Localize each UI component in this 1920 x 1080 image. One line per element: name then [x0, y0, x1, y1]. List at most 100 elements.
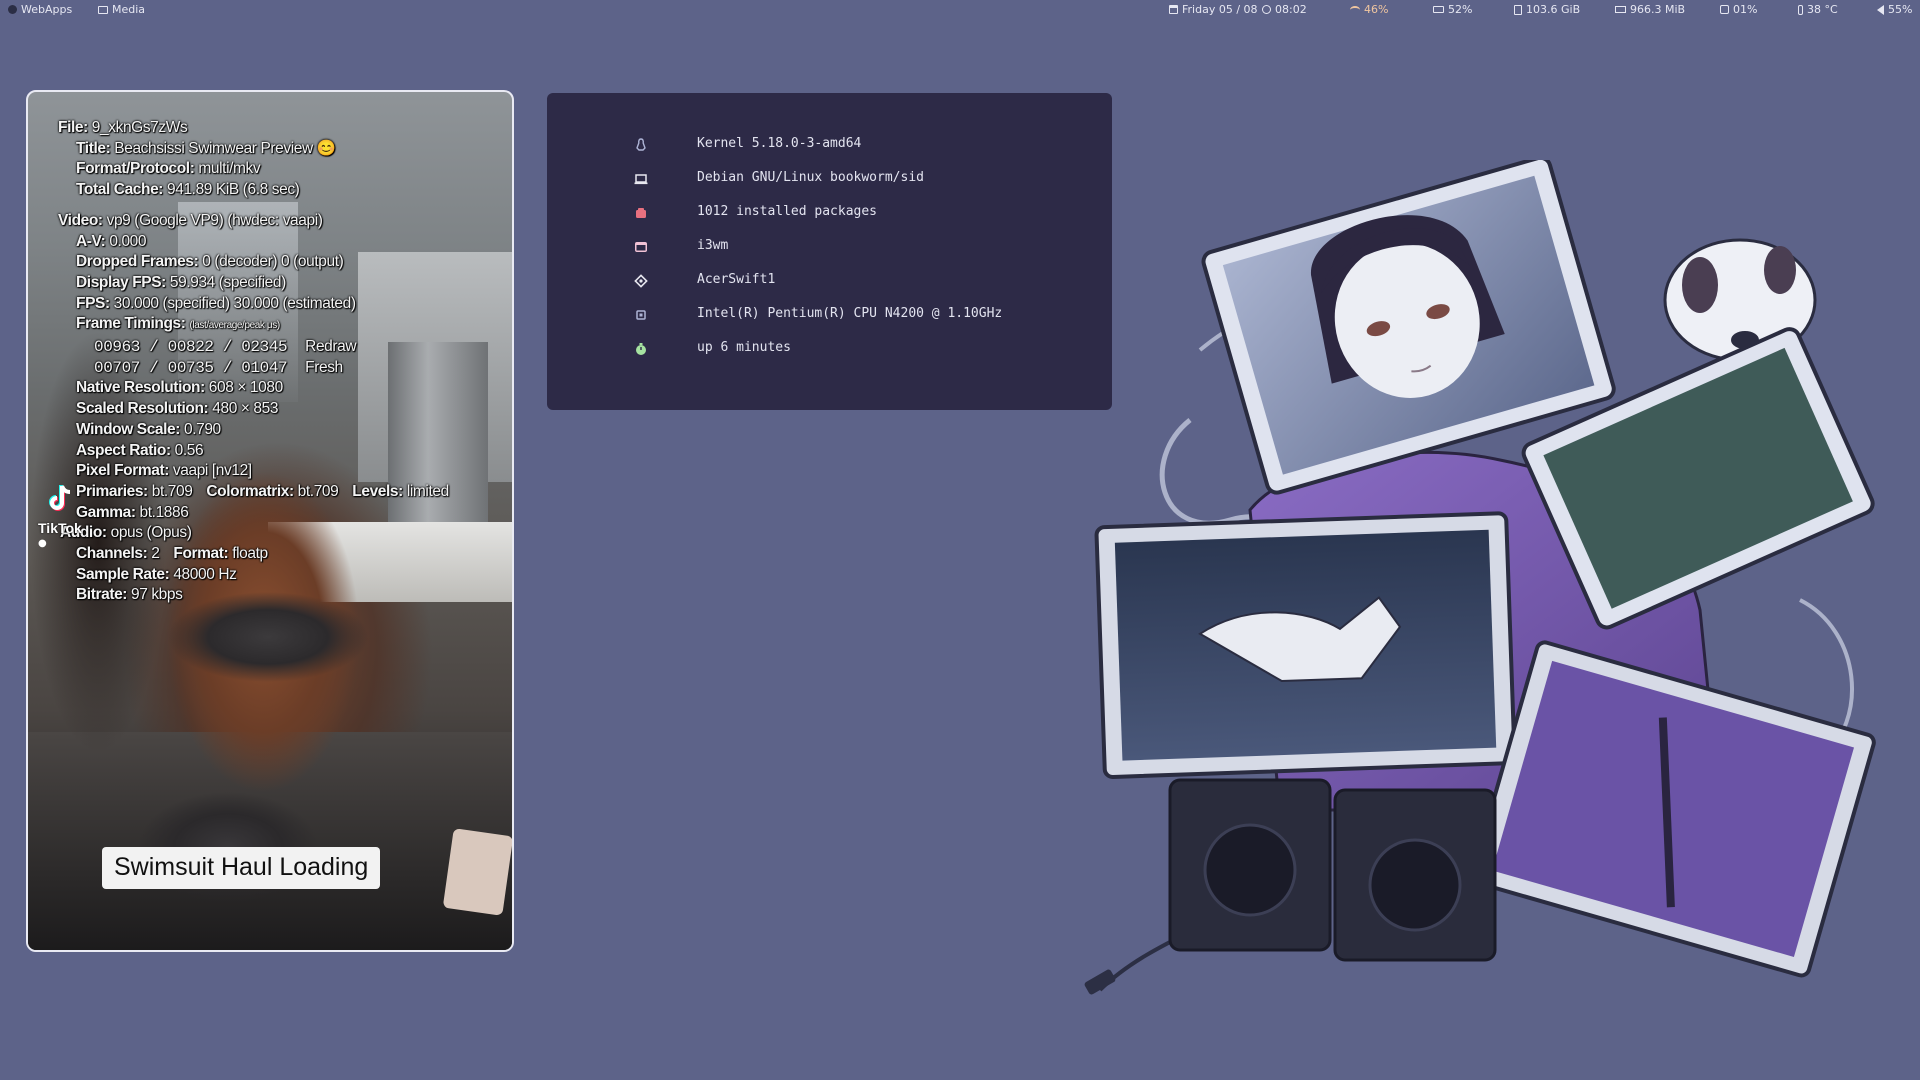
- osd-label: Pixel Format:: [76, 462, 169, 480]
- osd-value: 0.000: [109, 232, 147, 250]
- system-info-panel: Kernel 5.18.0-3-amd64 Debian GNU/Linux b…: [547, 93, 1112, 410]
- sysinfo-text: Debian GNU/Linux bookworm/sid: [697, 170, 924, 185]
- osd-dropped: Dropped Frames: 0 (decoder) 0 (output): [58, 252, 498, 273]
- sysinfo-text: i3wm: [697, 238, 729, 253]
- osd-value: 9_xknGs7zWs: [91, 119, 188, 136]
- wifi-text: 46%: [1364, 3, 1389, 16]
- osd-timing-fresh: 00707 / 00735 / 01047 Fresh: [58, 358, 498, 379]
- sysinfo-row-wm: i3wm: [547, 237, 1112, 257]
- app-icon: [8, 5, 17, 14]
- package-icon: [636, 208, 646, 218]
- osd-note: (last/average/peak μs): [189, 320, 280, 332]
- osd-color: Primaries: bt.709 Colormatrix: bt.709 Le…: [58, 482, 498, 503]
- wifi-icon: [1350, 5, 1360, 14]
- osd-label: Format/Protocol:: [76, 160, 195, 178]
- sysinfo-text: up 6 minutes: [697, 340, 791, 355]
- sysinfo-row-host: AcerSwift1: [547, 271, 1112, 291]
- temp-block[interactable]: 38 °C: [1798, 3, 1838, 16]
- osd-value: vp9 (Google VP9) (hwdec: vaapi): [106, 211, 323, 229]
- disk-block[interactable]: 103.6 GiB: [1514, 3, 1580, 16]
- sysinfo-text: Intel(R) Pentium(R) CPU N4200 @ 1.10GHz: [697, 306, 1003, 321]
- sysinfo-text: AcerSwift1: [697, 272, 776, 287]
- thermometer-icon: [1798, 4, 1803, 15]
- osd-label: Video:: [58, 211, 103, 229]
- volume-icon: [1877, 4, 1884, 15]
- osd-file: File: 9_xknGs7zWs: [58, 118, 498, 139]
- osd-value: 00707 / 00735 / 01047: [94, 358, 288, 377]
- volume-block[interactable]: 55%: [1877, 3, 1912, 16]
- linux-icon: [636, 138, 646, 151]
- osd-bitrate: Bitrate: 97 kbps: [58, 585, 498, 606]
- date-block[interactable]: Friday 05 / 08: [1169, 3, 1258, 16]
- osd-label: Aspect Ratio:: [76, 441, 171, 459]
- sysinfo-row-packages: 1012 installed packages: [547, 203, 1112, 223]
- tiktok-logo-icon: [49, 485, 71, 511]
- osd-label: Colormatrix:: [206, 482, 294, 500]
- memory-block[interactable]: 966.3 MiB: [1615, 3, 1685, 16]
- osd-label: Levels:: [352, 482, 403, 500]
- osd-cache: Total Cache: 941.89 KiB (6.8 sec): [58, 180, 498, 201]
- osd-label: Scaled Resolution:: [76, 400, 209, 418]
- memory-text: 966.3 MiB: [1630, 3, 1686, 16]
- wallpaper-illustration: [1084, 160, 1876, 995]
- workspace-media[interactable]: Media: [98, 3, 145, 16]
- disk-text: 103.6 GiB: [1526, 3, 1581, 16]
- sysinfo-row-cpu: Intel(R) Pentium(R) CPU N4200 @ 1.10GHz: [547, 305, 1112, 325]
- tiktok-watermark: TikTok: [38, 520, 82, 536]
- video-scene-phone: [442, 828, 512, 916]
- clock-block[interactable]: 08:02: [1262, 3, 1307, 16]
- cpu-icon: [636, 310, 646, 320]
- volume-text: 55%: [1888, 3, 1913, 16]
- osd-label: Dropped Frames:: [76, 253, 199, 271]
- osd-value: bt.1886: [139, 503, 189, 521]
- disk-icon: [1514, 4, 1522, 15]
- cpu-icon: [1720, 5, 1729, 14]
- osd-value: 0.790: [183, 420, 221, 438]
- osd-aspect: Aspect Ratio: 0.56: [58, 441, 498, 462]
- sysinfo-row-os: Debian GNU/Linux bookworm/sid: [547, 169, 1112, 189]
- osd-timing-redraw: 00963 / 00822 / 02345 Redraw: [58, 337, 498, 358]
- osd-value: floatp: [232, 545, 268, 563]
- osd-pixel-format: Pixel Format: vaapi [nv12]: [58, 461, 498, 482]
- osd-frame-timings: Frame Timings: (last/average/peak μs): [58, 314, 498, 337]
- cpu-block[interactable]: 01%: [1720, 3, 1757, 16]
- window-icon: [635, 242, 647, 252]
- osd-display-fps: Display FPS: 59.934 (specified): [58, 273, 498, 294]
- osd-value: 00963 / 00822 / 02345: [94, 338, 288, 357]
- mpv-video-window[interactable]: File: 9_xknGs7zWs Title: Beachsissi Swim…: [26, 90, 514, 952]
- osd-label: Frame Timings:: [76, 315, 186, 333]
- osd-window-scale: Window Scale: 0.790: [58, 420, 498, 441]
- osd-gamma: Gamma: bt.1886: [58, 503, 498, 524]
- osd-value: opus (Opus): [110, 524, 192, 542]
- osd-label: File:: [58, 119, 88, 136]
- time-text: 08:02: [1275, 3, 1307, 16]
- memory-icon: [1615, 6, 1626, 13]
- video-caption: Swimsuit Haul Loading: [102, 847, 381, 889]
- osd-value: multi/mkv: [198, 160, 261, 178]
- osd-label: Redraw: [305, 338, 357, 356]
- osd-label: Total Cache:: [76, 181, 164, 199]
- osd-value: Beachsissi Swimwear Preview 😊: [114, 139, 336, 157]
- osd-label: Primaries:: [76, 482, 148, 500]
- osd-native-res: Native Resolution: 608 × 1080: [58, 378, 498, 399]
- temp-text: 38 °C: [1807, 3, 1838, 16]
- cpu-text: 01%: [1733, 3, 1758, 16]
- osd-value: 0.56: [174, 441, 204, 459]
- wifi-block[interactable]: 46%: [1350, 3, 1388, 16]
- date-text: Friday 05 / 08: [1182, 3, 1258, 16]
- osd-label: A-V:: [76, 232, 106, 250]
- battery-block[interactable]: 52%: [1433, 3, 1472, 16]
- sysinfo-row-kernel: Kernel 5.18.0-3-amd64: [547, 135, 1112, 155]
- osd-label: Sample Rate:: [76, 565, 170, 583]
- osd-sample-rate: Sample Rate: 48000 Hz: [58, 565, 498, 586]
- osd-video: Video: vp9 (Google VP9) (hwdec: vaapi): [58, 211, 498, 232]
- workspace-label: Media: [112, 3, 146, 16]
- osd-scaled-res: Scaled Resolution: 480 × 853: [58, 399, 498, 420]
- osd-value: bt.709: [297, 482, 339, 500]
- workspace-webapps[interactable]: WebApps: [8, 3, 72, 16]
- workspace-label: WebApps: [21, 3, 73, 16]
- osd-label: Fresh: [305, 358, 343, 376]
- top-status-bar: WebApps Media Friday 05 / 08 08:02 46% 5…: [0, 0, 1920, 20]
- sysinfo-text: Kernel 5.18.0-3-amd64: [697, 136, 862, 151]
- osd-label: Display FPS:: [76, 273, 166, 291]
